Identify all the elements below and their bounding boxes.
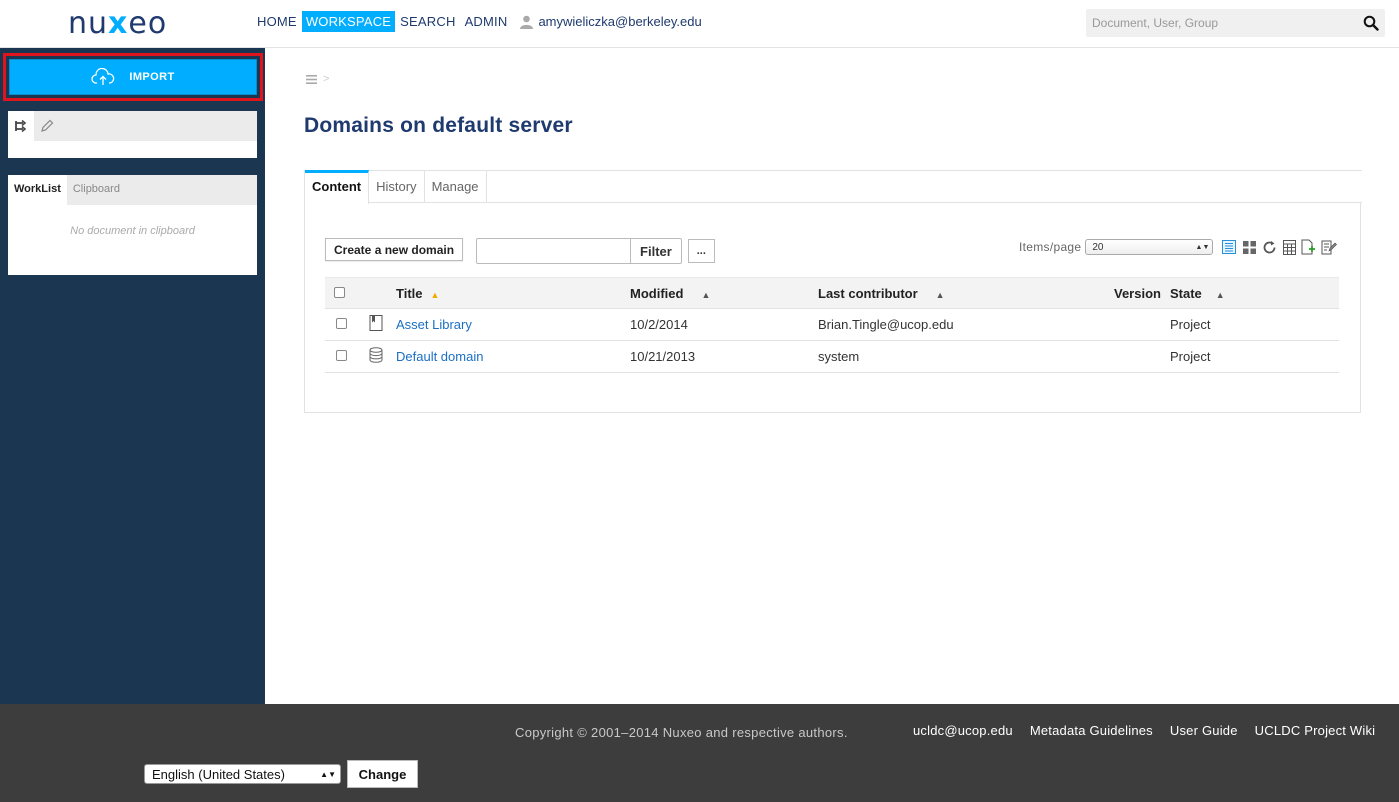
- nav-search[interactable]: SEARCH: [396, 11, 459, 32]
- search-icon[interactable]: [1363, 15, 1379, 31]
- change-language-button[interactable]: Change: [347, 760, 418, 788]
- content-tabs: Content History Manage: [305, 170, 1362, 204]
- table-row: Asset Library 10/2/2014 Brian.Tingle@uco…: [325, 308, 1339, 341]
- table-header-row: Title ▲ Modified ▲ Last contributor ▲ Versi…: [325, 277, 1339, 309]
- column-version[interactable]: Version: [1114, 277, 1170, 309]
- user-menu[interactable]: amywieliczka@berkeley.edu: [520, 14, 702, 29]
- create-domain-button[interactable]: Create a new domain: [325, 238, 464, 261]
- row-checkbox[interactable]: [336, 318, 347, 329]
- nav-admin[interactable]: ADMIN: [461, 11, 512, 32]
- document-title-link[interactable]: Asset Library: [396, 317, 472, 332]
- sort-asc-icon: ▲: [430, 289, 440, 300]
- items-per-page-label: Items/page: [1019, 240, 1082, 254]
- user-icon: [520, 15, 534, 29]
- language-select[interactable]: English (United States) ▲▼: [144, 764, 341, 784]
- list-view-icon[interactable]: [1219, 238, 1239, 256]
- filter-button[interactable]: Filter: [630, 238, 682, 264]
- content-toolbar: Create a new domain Filter ...: [325, 235, 715, 264]
- column-title[interactable]: Title ▲: [396, 277, 630, 309]
- column-last-contributor[interactable]: Last contributor ▲: [818, 277, 1114, 309]
- select-all-cell: [325, 277, 369, 309]
- column-state[interactable]: State ▲: [1170, 277, 1339, 309]
- list-toolbar: Items/page 20 ▲▼: [1019, 238, 1339, 256]
- import-button[interactable]: IMPORT: [9, 59, 257, 95]
- clipboard-panel: WorkList Clipboard No document in clipbo…: [8, 175, 257, 275]
- tab-worklist[interactable]: WorkList: [8, 175, 67, 205]
- version: [1114, 340, 1170, 373]
- select-arrows-icon: ▲▼: [1195, 243, 1210, 251]
- document-title-link[interactable]: Default domain: [396, 349, 483, 364]
- thumbnail-view-icon[interactable]: [1239, 238, 1259, 256]
- menu-icon[interactable]: [306, 74, 317, 84]
- filter-input[interactable]: [476, 238, 631, 264]
- global-search: [1086, 9, 1385, 37]
- page-title: Domains on default server: [304, 114, 573, 137]
- main-content: > Domains on default server Content Hist…: [265, 48, 1399, 704]
- items-per-page-select[interactable]: 20 ▲▼: [1085, 239, 1214, 255]
- nuxeo-logo[interactable]: nuxeo: [68, 6, 167, 41]
- sort-icon: ▲: [935, 289, 945, 300]
- tab-history[interactable]: History: [369, 171, 425, 203]
- main-nav: HOME WORKSPACE SEARCH ADMIN amywieliczka…: [253, 11, 702, 32]
- modified-date: 10/21/2013: [630, 340, 818, 373]
- copyright: Copyright © 2001–2014 Nuxeo and respecti…: [515, 725, 848, 740]
- column-modified[interactable]: Modified ▲: [630, 277, 818, 309]
- select-arrows-icon: ▲▼: [320, 769, 336, 779]
- footer-link-user-guide[interactable]: User Guide: [1170, 723, 1238, 738]
- book-icon: [369, 315, 383, 331]
- cloud-upload-icon: [91, 68, 115, 85]
- more-options-button[interactable]: ...: [687, 239, 715, 263]
- content-panel: Content History Manage Create a new doma…: [304, 170, 1362, 413]
- select-all-checkbox[interactable]: [334, 286, 345, 298]
- sort-icon: ▲: [701, 289, 711, 300]
- footer-links: ucldc@ucop.edu Metadata Guidelines User …: [913, 723, 1392, 738]
- row-checkbox[interactable]: [336, 350, 347, 361]
- tab-edit[interactable]: [34, 111, 60, 141]
- pencil-icon: [41, 119, 54, 132]
- tree-icon: [15, 119, 27, 133]
- modified-date: 10/2/2014: [630, 308, 818, 341]
- sort-icon: ▲: [1215, 289, 1225, 300]
- last-contributor: Brian.Tingle@ucop.edu: [818, 308, 1114, 341]
- version: [1114, 308, 1170, 341]
- nav-workspace[interactable]: WORKSPACE: [301, 11, 396, 32]
- filter-group: Filter: [476, 238, 682, 264]
- search-input[interactable]: [1086, 9, 1346, 37]
- tab-clipboard[interactable]: Clipboard: [67, 175, 126, 205]
- footer-link-metadata-guidelines[interactable]: Metadata Guidelines: [1030, 723, 1153, 738]
- state: Project: [1170, 308, 1339, 341]
- edit-documents-icon[interactable]: [1319, 238, 1339, 256]
- footer-link-project-wiki[interactable]: UCLDC Project Wiki: [1255, 723, 1376, 738]
- tab-tree[interactable]: [8, 111, 34, 141]
- nav-home[interactable]: HOME: [253, 11, 301, 32]
- breadcrumb: >: [306, 73, 329, 85]
- table-row: Default domain 10/21/2013 system Project: [325, 340, 1339, 373]
- refresh-icon[interactable]: [1259, 238, 1279, 256]
- import-highlight: IMPORT: [3, 53, 263, 101]
- breadcrumb-separator: >: [323, 73, 330, 85]
- sidebar: IMPORT WorkList Clipboard No document in…: [0, 48, 265, 704]
- documents-table: Title ▲ Modified ▲ Last contributor ▲ Versi…: [325, 277, 1339, 373]
- footer-link-email[interactable]: ucldc@ucop.edu: [913, 723, 1013, 738]
- add-document-icon[interactable]: [1299, 238, 1319, 256]
- spreadsheet-icon[interactable]: [1279, 238, 1299, 256]
- state: Project: [1170, 340, 1339, 373]
- tab-manage[interactable]: Manage: [425, 171, 487, 203]
- footer: Copyright © 2001–2014 Nuxeo and respecti…: [0, 704, 1399, 802]
- tab-content[interactable]: Content: [305, 170, 370, 204]
- top-bar: nuxeo HOME WORKSPACE SEARCH ADMIN amywie…: [0, 0, 1399, 48]
- user-email: amywieliczka@berkeley.edu: [538, 14, 702, 29]
- navigation-tree-panel: [8, 111, 257, 158]
- clipboard-empty-message: No document in clipboard: [70, 225, 195, 237]
- last-contributor: system: [818, 340, 1114, 373]
- database-icon: [369, 347, 383, 363]
